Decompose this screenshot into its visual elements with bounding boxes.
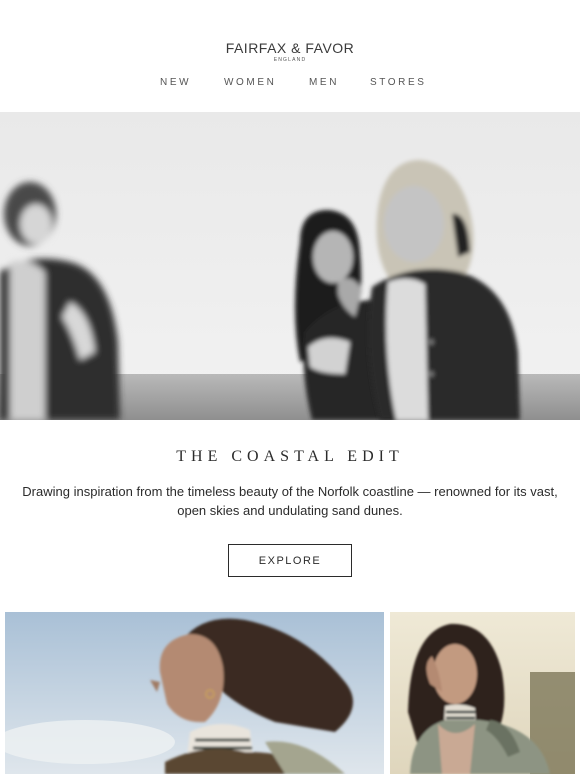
nav-item-men[interactable]: MEN (309, 77, 339, 88)
email-header: FAIRFAX & FAVOR ENGLAND NEW WOMEN MEN ST… (0, 0, 580, 112)
product-photo-left[interactable] (5, 612, 384, 774)
nav-item-women[interactable]: WOMEN (224, 77, 276, 88)
edit-description: Drawing inspiration from the timeless be… (22, 484, 558, 518)
main-nav: NEW WOMEN MEN STORES (0, 77, 580, 91)
nav-item-stores[interactable]: STORES (370, 77, 427, 88)
product-photo-right[interactable] (390, 612, 575, 774)
brand-logo[interactable]: FAIRFAX & FAVOR ENGLAND (0, 40, 580, 63)
edit-title: THE COASTAL EDIT (176, 448, 404, 465)
hero-image[interactable] (0, 112, 580, 420)
brand-location: ENGLAND (273, 57, 307, 63)
brand-name: FAIRFAX & FAVOR (225, 40, 355, 56)
explore-button[interactable]: EXPLORE (228, 544, 352, 577)
nav-item-new[interactable]: NEW (160, 77, 191, 88)
